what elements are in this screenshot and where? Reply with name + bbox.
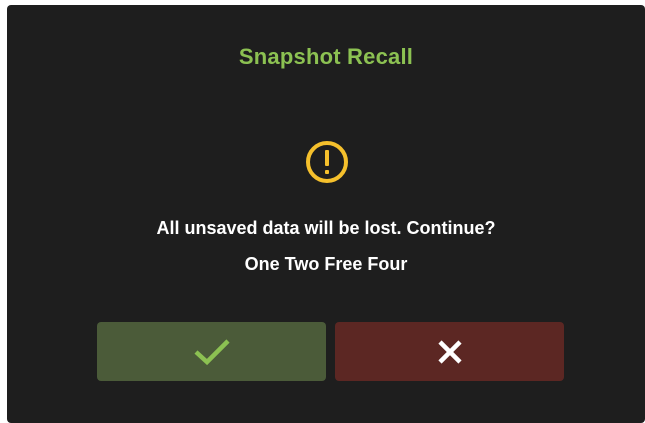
dialog-title: Snapshot Recall <box>238 44 414 69</box>
snapshot-recall-dialog: Snapshot Recall All unsaved data will be… <box>7 5 645 423</box>
checkmark-icon <box>193 338 230 365</box>
snapshot-name: One Two Free Four <box>244 254 408 274</box>
close-icon <box>437 339 462 364</box>
cancel-button[interactable] <box>335 322 564 381</box>
dialog-message: All unsaved data will be lost. Continue? <box>156 218 496 238</box>
confirm-button[interactable] <box>97 322 326 381</box>
warning-icon <box>305 140 349 184</box>
